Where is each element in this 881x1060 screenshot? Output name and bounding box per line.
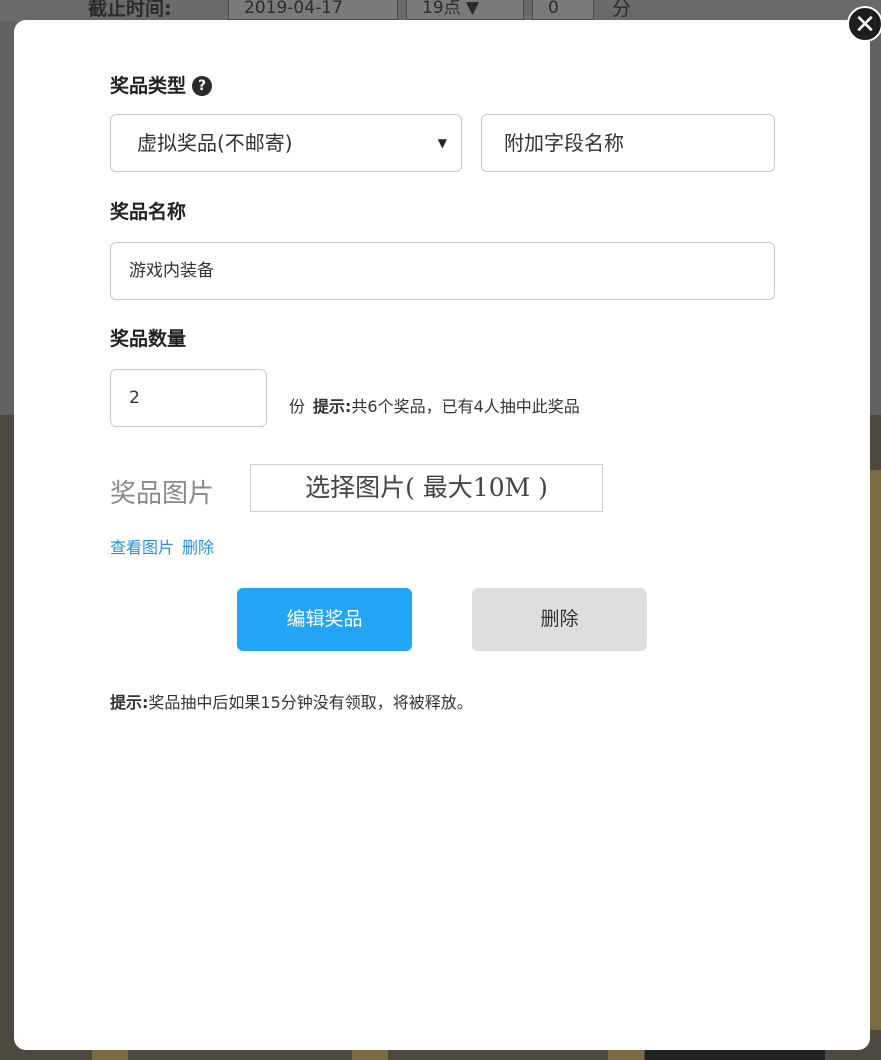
help-icon[interactable]: ? xyxy=(192,76,213,96)
prize-type-label: 奖品类型 xyxy=(110,75,187,97)
extra-field-name-input[interactable]: 附加字段名称 xyxy=(481,114,775,172)
deadline-row: 截止时间: 2019-04-17 19点 ▼ 0 分 xyxy=(0,0,881,22)
deadline-label: 截止时间: xyxy=(88,0,172,20)
deadline-date-field[interactable]: 2019-04-17 xyxy=(228,0,398,20)
release-tip-label: 提示: xyxy=(110,693,149,712)
minute-unit-label: 分 xyxy=(612,0,632,20)
prize-quantity-input[interactable]: 2 xyxy=(110,369,267,427)
edit-prize-button[interactable]: 编辑奖品 xyxy=(237,588,412,651)
delete-prize-button[interactable]: 删除 xyxy=(472,588,647,651)
image-links: 查看图片 删除 xyxy=(110,534,222,558)
prize-type-heading: 奖品类型? xyxy=(110,71,213,98)
prize-image-label: 奖品图片 xyxy=(110,479,215,509)
prize-quantity-label: 奖品数量 xyxy=(110,328,187,350)
quantity-hint-label: 提示: xyxy=(313,397,352,416)
prize-name-label: 奖品名称 xyxy=(110,201,187,223)
quantity-unit: 份 xyxy=(289,397,306,416)
prize-name-input[interactable]: 游戏内装备 xyxy=(110,242,775,300)
quantity-hint-text: 共6个奖品，已有4人抽中此奖品 xyxy=(351,397,580,416)
view-image-link[interactable]: 查看图片 xyxy=(110,538,174,557)
chevron-down-icon: ▼ xyxy=(437,136,447,150)
select-image-button[interactable]: 选择图片( 最大10M ) xyxy=(250,464,603,512)
release-tip-text: 奖品抽中后如果15分钟没有领取，将被释放。 xyxy=(148,693,473,712)
delete-image-link[interactable]: 删除 xyxy=(182,538,214,557)
deadline-minute-field[interactable]: 0 xyxy=(532,0,594,20)
release-tip: 提示:奖品抽中后如果15分钟没有领取，将被释放。 xyxy=(110,689,473,713)
prize-type-select-value: 虚拟奖品(不邮寄) xyxy=(137,131,293,155)
close-icon[interactable]: ✕ xyxy=(847,6,881,42)
deadline-hour-select[interactable]: 19点 ▼ xyxy=(406,0,524,20)
prize-type-select[interactable]: 虚拟奖品(不邮寄) ▼ xyxy=(110,114,462,172)
prize-quantity-hint: 份提示:共6个奖品，已有4人抽中此奖品 xyxy=(289,393,580,417)
